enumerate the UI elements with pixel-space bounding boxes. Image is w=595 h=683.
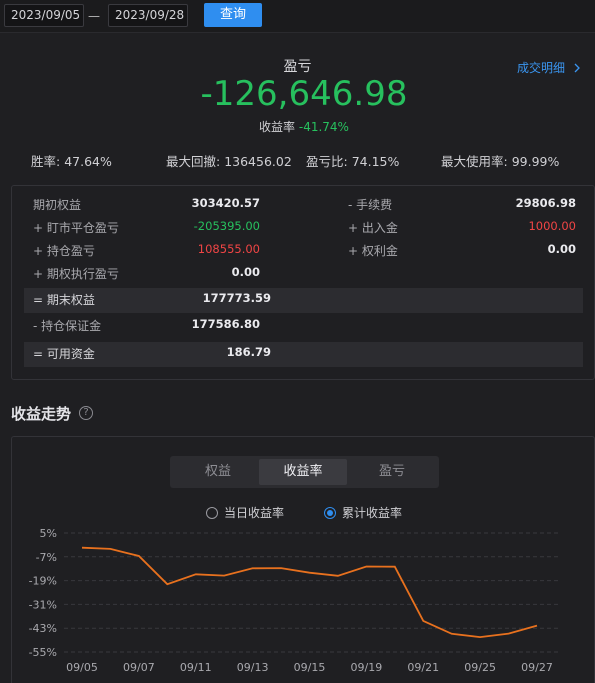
radio-daily-return-label: 当日收益率 bbox=[224, 506, 285, 520]
x-tick-label: 09/07 bbox=[123, 661, 155, 674]
end-equity-value: 177773.59 bbox=[202, 291, 271, 305]
stat-max-drawdown: 最大回撤: 136456.02 bbox=[166, 154, 292, 169]
return-label: 收益率 bbox=[259, 120, 296, 134]
x-tick-label: 09/21 bbox=[407, 661, 439, 674]
cumulative-return-line bbox=[81, 546, 538, 639]
date-separator: — bbox=[88, 9, 100, 23]
pnl-value: -126,646.98 bbox=[200, 74, 408, 114]
radio-daily-return[interactable]: 当日收益率 bbox=[206, 504, 284, 521]
pnl-title: 盈亏 bbox=[283, 59, 312, 75]
stat-pnl-ratio: 盈亏比: 74.15% bbox=[306, 154, 400, 169]
position-margin-label: - 持仓保证金 bbox=[33, 319, 102, 333]
tab-return-rate[interactable]: 收益率 bbox=[259, 459, 347, 485]
tab-equity[interactable]: 权益 bbox=[174, 459, 262, 485]
y-tick-label: -31% bbox=[29, 598, 57, 611]
stat-win-rate: 胜率: 47.64% bbox=[31, 154, 112, 169]
end-date-input[interactable]: 2023/09/28 bbox=[108, 4, 188, 27]
chevron-right-icon bbox=[574, 63, 580, 73]
initial-equity-label: 期初权益 bbox=[33, 198, 82, 212]
stat-max-usage: 最大使用率: 99.99% bbox=[441, 154, 560, 169]
position-margin-value: 177586.80 bbox=[191, 317, 260, 331]
filter-bar: 2023/09/05 — 2023/09/28 查询 bbox=[0, 0, 595, 33]
radio-cumulative-return[interactable]: 累计收益率 bbox=[324, 504, 402, 521]
chart-series bbox=[81, 546, 538, 639]
y-axis-ticks: 5% -7% -19% -31% -43% -55% bbox=[29, 527, 57, 659]
y-tick-label: -43% bbox=[29, 622, 57, 635]
end-equity-row: = 期末权益 177773.59 bbox=[24, 288, 583, 313]
available-funds-value: 186.79 bbox=[226, 345, 271, 359]
start-date-input[interactable]: 2023/09/05 bbox=[4, 4, 84, 27]
x-axis-ticks: 09/05 09/07 09/11 09/13 09/15 09/19 09/21 09/25… bbox=[66, 661, 553, 674]
available-funds-label: = 可用资金 bbox=[33, 347, 95, 361]
query-button[interactable]: 查询 bbox=[204, 3, 262, 27]
close-pnl-label: + 盯市平仓盈亏 bbox=[33, 221, 119, 235]
equity-panel: 期初权益 303420.57 + 盯市平仓盈亏 -205395.00 + 持仓盈… bbox=[11, 185, 595, 380]
deposit-withdrawal-label: + 出入金 bbox=[348, 221, 398, 235]
y-tick-label: -19% bbox=[29, 575, 57, 588]
question-circle-icon[interactable]: ? bbox=[79, 406, 93, 420]
tab-pnl[interactable]: 盈亏 bbox=[348, 459, 436, 485]
y-tick-label: -55% bbox=[29, 646, 57, 659]
commission-label: - 手续费 bbox=[348, 198, 393, 212]
premium-value: 0.00 bbox=[547, 242, 576, 256]
trade-detail-label[interactable]: 成交明细 bbox=[517, 61, 565, 75]
x-tick-label: 09/19 bbox=[351, 661, 383, 674]
radio-cumulative-return-label: 累计收益率 bbox=[342, 506, 403, 520]
close-pnl-value: -205395.00 bbox=[193, 219, 260, 233]
commission-value: 29806.98 bbox=[515, 196, 576, 210]
radio-unchecked-icon bbox=[206, 507, 218, 519]
deposit-withdrawal-value: 1000.00 bbox=[528, 219, 576, 233]
trend-title: 收益走势 bbox=[11, 405, 72, 423]
trend-tab-group: 权益 收益率 盈亏 bbox=[170, 456, 439, 488]
return-rate: 收益率 -41.74% bbox=[0, 118, 595, 135]
x-tick-label: 09/05 bbox=[66, 661, 98, 674]
end-equity-label: = 期末权益 bbox=[33, 293, 95, 307]
x-tick-label: 09/15 bbox=[294, 661, 326, 674]
x-tick-label: 09/27 bbox=[521, 661, 553, 674]
y-tick-label: 5% bbox=[40, 527, 57, 540]
x-tick-label: 09/25 bbox=[464, 661, 496, 674]
x-tick-label: 09/11 bbox=[180, 661, 212, 674]
y-tick-label: -7% bbox=[36, 551, 57, 564]
return-rate-line-chart: 5%-7%-19%-31%-43%-55% 09/05 09/07 09/11 09/… bbox=[29, 527, 560, 674]
chart-grid bbox=[64, 532, 560, 653]
position-pnl-label: + 持仓盈亏 bbox=[33, 244, 95, 258]
position-pnl-value: 108555.00 bbox=[197, 242, 260, 256]
radio-checked-icon bbox=[324, 507, 336, 519]
return-value: -41.74% bbox=[298, 120, 349, 134]
available-funds-row: = 可用资金 186.79 bbox=[24, 342, 583, 367]
option-exercise-pnl-value: 0.00 bbox=[231, 265, 260, 279]
x-tick-label: 09/13 bbox=[237, 661, 269, 674]
initial-equity-value: 303420.57 bbox=[191, 196, 260, 210]
premium-label: + 权利金 bbox=[348, 244, 398, 258]
option-exercise-pnl-label: + 期权执行盈亏 bbox=[33, 267, 119, 281]
